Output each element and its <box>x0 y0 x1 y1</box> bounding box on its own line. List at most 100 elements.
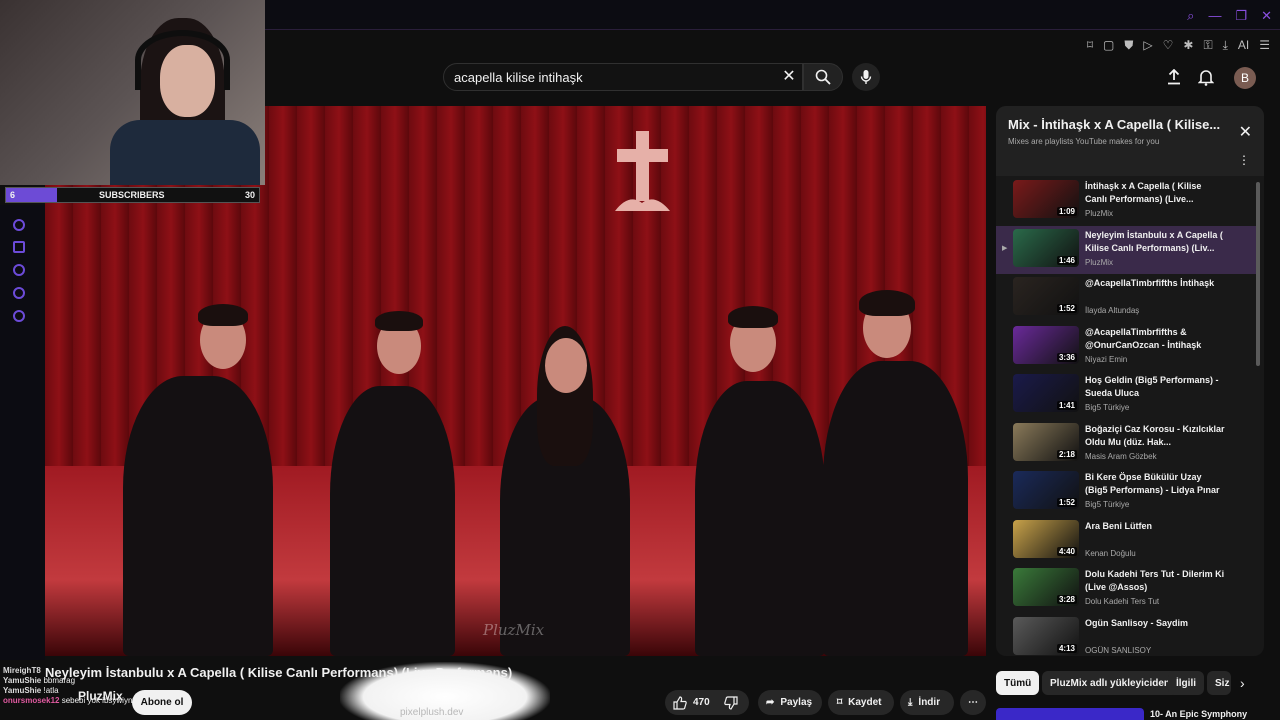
chip-uploader[interactable]: PluzMix adlı yükleyiciden <box>1042 671 1179 695</box>
cross-emblem <box>615 131 670 211</box>
playlist-item[interactable]: 4:40 Ara Beni Lütfen Kenan Doğulu <box>996 517 1256 565</box>
playlist-item-duration: 4:13 <box>1056 643 1077 653</box>
playlist-item-channel: PluzMix <box>1085 257 1114 267</box>
playlist-item-duration: 3:28 <box>1056 595 1077 604</box>
playlist-item-channel: OGÜN SANLISOY <box>1085 645 1152 655</box>
next-video-title[interactable]: 10- An Epic Symphony <box>1150 709 1247 719</box>
singer <box>823 361 968 656</box>
close-icon[interactable]: ✕ <box>1261 8 1272 24</box>
singer-hair <box>375 311 423 331</box>
chip-related[interactable]: İlgili <box>1168 671 1204 695</box>
playlist-item[interactable]: ▶ 1:46 Neyleyim İstanbulu x A Capella ( Ki… <box>996 225 1256 274</box>
overlay-side-strip <box>0 205 45 660</box>
playlist-item-title[interactable]: İntihaşk x A Capella ( Kilise Canlı Perf… <box>1085 180 1225 206</box>
extension-icons: ⌑ ▢ ⛊ ▷ ♡ ✱ ⚿ ⤓ AI ☰ <box>1087 38 1270 53</box>
clear-search-icon[interactable]: ✕ <box>778 66 800 88</box>
headset-icon <box>135 30 230 90</box>
search-icon[interactable]: ⌕ <box>1187 8 1194 24</box>
playlist-item-title[interactable]: Ara Beni Lütfen <box>1085 520 1225 533</box>
playlist-item-thumbnail[interactable]: 1:46 <box>1013 228 1079 267</box>
playlist-item-thumbnail[interactable]: 3:28 <box>1013 568 1079 606</box>
chip-all[interactable]: Tümü <box>996 671 1040 695</box>
playlist-item-title[interactable]: Bi Kere Öpse Bükülür Uzay (Big5 Performa… <box>1085 471 1225 497</box>
account-avatar[interactable]: B <box>1234 67 1256 89</box>
playlist-item[interactable]: 4:13 Ogün Sanlisoy - Saydim OGÜN SANLISOY <box>996 614 1256 657</box>
chip-you[interactable]: Siz <box>1207 671 1231 695</box>
more-actions-button[interactable]: ⋯ <box>960 690 986 715</box>
playlist-item[interactable]: 1:52 Bi Kere Öpse Bükülür Uzay (Big5 Perf… <box>996 468 1256 516</box>
playlist-item-title[interactable]: Dolu Kadehi Ters Tut - Dilerim Ki (Live … <box>1085 568 1225 594</box>
window-controls: ⌕ — ❐ ✕ <box>1187 8 1272 24</box>
save-button[interactable]: ⌑ Kaydet <box>828 690 894 715</box>
play-icon[interactable]: ▷ <box>1143 38 1152 53</box>
upload-icon[interactable] <box>1163 66 1185 88</box>
puzzle-icon[interactable]: ✱ <box>1183 38 1193 53</box>
menu-icon[interactable]: ☰ <box>1259 38 1270 53</box>
mic-icon <box>860 70 872 84</box>
playlist-item-title[interactable]: Neyleyim İstanbulu x A Capella ( Kilise … <box>1085 229 1225 255</box>
playlist-item[interactable]: 2:18 Boğaziçi Caz Korosu - Kızılcıklar Ol… <box>996 420 1256 468</box>
download-icon: ⤓ <box>908 697 913 708</box>
playlist-item-thumbnail[interactable]: 1:52 <box>1013 277 1079 315</box>
playlist-item-title[interactable]: Boğaziçi Caz Korosu - Kızılcıklar Oldu M… <box>1085 423 1225 449</box>
chat-username: onursmosek12 <box>3 696 60 705</box>
minimize-icon[interactable]: — <box>1208 8 1221 24</box>
like-button[interactable]: 470 <box>673 695 710 710</box>
mix-playlist-panel: Mix - İntihaşk x A Capella ( Kilise... M… <box>996 106 1264 656</box>
chat-overlay: MireighT8 YamuShie bbmarag YamuShie !atl… <box>3 666 153 706</box>
download-icon[interactable]: ⤓ <box>1223 38 1228 53</box>
chat-line: YamuShie !atla <box>3 686 153 696</box>
playlist-item-thumbnail[interactable]: 4:40 <box>1013 519 1079 558</box>
streamer-webcam <box>0 0 265 185</box>
playlist-scrollbar[interactable] <box>1256 182 1260 366</box>
playlist-item-channel: Niyazi Emin <box>1085 354 1128 364</box>
ai-extension[interactable]: AI <box>1238 38 1249 53</box>
playlist-item-channel: Big5 Türkiye <box>1085 403 1130 412</box>
search-button[interactable] <box>803 63 843 91</box>
shield-icon[interactable]: ⛊ <box>1124 38 1133 53</box>
playlist-item-thumbnail[interactable]: 1:41 <box>1013 374 1079 412</box>
bookmark-icon: ⌑ <box>837 697 843 708</box>
next-video-thumbnail[interactable] <box>996 708 1144 720</box>
singer-head <box>545 338 587 393</box>
playlist-item[interactable]: 1:52 @AcapellaTimbrfifths İntihaşk İlayda … <box>996 274 1256 322</box>
download-button[interactable]: ⤓ İndir <box>900 690 954 715</box>
lock-icon[interactable]: ⚿ <box>1203 38 1212 53</box>
playlist-item-thumbnail[interactable]: 4:13 <box>1013 616 1079 655</box>
playlist-item-thumbnail[interactable]: 2:18 <box>1013 422 1079 461</box>
playlist-item-duration: 2:18 <box>1056 449 1077 459</box>
playlist-item-title[interactable]: Ogün Sanlisoy - Saydim <box>1085 617 1225 630</box>
more-vert-icon[interactable]: ⋮ <box>1238 153 1250 167</box>
playlist-item[interactable]: 1:41 Hoş Geldin (Big5 Performans) - Sueda… <box>996 371 1256 419</box>
dislike-button[interactable] <box>723 695 738 710</box>
restore-icon[interactable]: ❐ <box>1235 8 1247 24</box>
chevron-right-icon[interactable]: › <box>1240 675 1245 691</box>
chat-line: onursmosek12 sebebi yok ibsywiynwi <box>3 696 153 706</box>
search-input[interactable]: acapella kilise intihaşk <box>443 63 803 91</box>
playlist-title[interactable]: Mix - İntihaşk x A Capella ( Kilise... <box>1008 117 1223 132</box>
subscriber-goal: 30 <box>244 190 255 200</box>
tab-icon[interactable]: ▢ <box>1103 38 1114 53</box>
playlist-item-title[interactable]: Hoş Geldin (Big5 Performans) - Sueda Ulu… <box>1085 374 1225 400</box>
playlist-item[interactable]: 3:36 @AcapellaTimbrfifths & @OnurCanOzcan… <box>996 323 1256 371</box>
heart-icon[interactable]: ♡ <box>1163 38 1174 53</box>
playlist-item[interactable]: 3:28 Dolu Kadehi Ters Tut - Dilerim Ki (L… <box>996 565 1256 613</box>
singer <box>330 386 455 656</box>
playlist-item-thumbnail[interactable]: 1:09 <box>1013 180 1079 218</box>
search-icon <box>815 69 831 85</box>
playlist-item-thumbnail[interactable]: 3:36 <box>1013 325 1079 364</box>
close-playlist-icon[interactable]: ✕ <box>1239 122 1252 142</box>
chat-username: MireighT8 <box>3 666 41 675</box>
playlist-item-title[interactable]: @AcapellaTimbrfifths & @OnurCanOzcan - İ… <box>1085 326 1225 352</box>
chat-username: YamuShie <box>3 676 42 685</box>
now-playing-icon: ▶ <box>1002 244 1008 252</box>
playlist-item-title[interactable]: @AcapellaTimbrfifths İntihaşk <box>1085 277 1225 290</box>
playlist-item-thumbnail[interactable]: 1:52 <box>1013 471 1079 509</box>
playlist-item[interactable]: 1:09 İntihaşk x A Capella ( Kilise Canlı … <box>996 177 1256 225</box>
like-count: 470 <box>693 697 710 708</box>
notifications-bell-icon[interactable] <box>1195 66 1217 88</box>
voice-search-button[interactable] <box>852 63 880 91</box>
bookmark-icon[interactable]: ⌑ <box>1087 38 1093 53</box>
share-button[interactable]: ➦ Paylaş <box>758 690 822 715</box>
chat-line: YamuShie bbmarag <box>3 676 153 686</box>
